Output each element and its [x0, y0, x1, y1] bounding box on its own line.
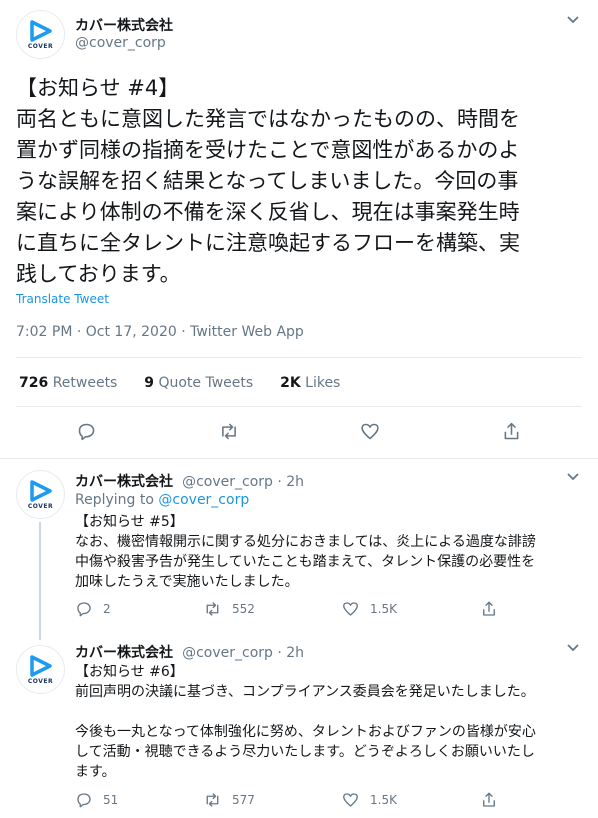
share-button[interactable]	[501, 421, 522, 442]
likes-stat[interactable]: 2K Likes	[280, 375, 340, 391]
like-count: 1.5K	[370, 602, 397, 616]
reply-text: 【お知らせ #5】 なお、機密情報開示に関する処分におきましては、炎上による過度…	[75, 514, 536, 590]
likes-label: Likes	[305, 375, 341, 391]
cover-logo-icon	[29, 19, 52, 42]
retweets-stat[interactable]: 726 Retweets	[19, 375, 117, 391]
retweets-count: 726	[19, 375, 49, 391]
quotes-count: 9	[144, 375, 155, 391]
share-icon	[483, 792, 495, 807]
quotes-label: Quote Tweets	[158, 375, 254, 391]
reply-icon	[77, 793, 91, 808]
replying-to: Replying to @cover_corp	[75, 492, 249, 508]
reply-button[interactable]: 51	[75, 791, 118, 809]
tweet-text: 【お知らせ #4】 両名ともに意図した発言ではなかったものの、時間を 置かず同様…	[16, 76, 520, 286]
retweet-button[interactable]	[218, 421, 240, 442]
replying-to-label: Replying to	[75, 492, 154, 508]
author-name[interactable]: カバー株式会社	[75, 15, 173, 35]
retweet-count: 552	[232, 602, 255, 616]
quotes-stat[interactable]: 9 Quote Tweets	[144, 375, 253, 391]
reply-author-name[interactable]: カバー株式会社	[75, 474, 173, 490]
reply-author-handle[interactable]: @cover_corp · 2h	[182, 645, 304, 661]
translate-tweet-link[interactable]: Translate Tweet	[16, 292, 109, 306]
reply-count: 2	[103, 602, 111, 616]
retweet-button[interactable]: 552	[203, 600, 255, 618]
share-icon	[504, 422, 519, 440]
replying-to-link[interactable]: @cover_corp	[158, 492, 249, 508]
heart-icon	[343, 602, 358, 616]
chevron-down-icon[interactable]	[566, 642, 580, 657]
tweet-timestamp[interactable]: 7:02 PM · Oct 17, 2020 · Twitter Web App	[16, 324, 304, 340]
like-button[interactable]: 1.5K	[341, 791, 397, 809]
retweet-icon	[222, 423, 236, 440]
reply-avatar[interactable]: COVER	[16, 470, 65, 519]
reply-count: 51	[103, 793, 119, 807]
like-count: 1.5K	[370, 793, 397, 807]
reply-icon	[78, 423, 95, 441]
heart-icon	[343, 793, 358, 807]
section-divider	[0, 458, 598, 459]
cover-logo-icon	[29, 479, 52, 502]
divider	[16, 406, 582, 407]
retweet-icon	[206, 602, 219, 616]
reply-button[interactable]: 2	[75, 600, 111, 618]
retweet-button[interactable]: 577	[203, 791, 255, 809]
chevron-down-icon[interactable]	[566, 471, 580, 486]
cover-logo-icon	[29, 654, 52, 677]
author-handle[interactable]: @cover_corp	[75, 35, 166, 51]
retweets-label: Retweets	[52, 375, 118, 391]
retweet-count: 577	[232, 793, 255, 807]
chevron-down-icon[interactable]	[566, 14, 580, 29]
reply-header: カバー株式会社 @cover_corp · 2h	[75, 471, 304, 491]
like-button[interactable]	[359, 421, 381, 442]
avatar-label: COVER	[27, 502, 54, 510]
share-icon	[483, 601, 495, 616]
reply-icon	[77, 602, 91, 617]
avatar-label: COVER	[27, 42, 54, 50]
avatar-label: COVER	[27, 677, 54, 685]
main-avatar[interactable]: COVER	[16, 10, 65, 59]
reply-avatar[interactable]: COVER	[16, 645, 65, 694]
reply-author-handle[interactable]: @cover_corp · 2h	[182, 474, 304, 490]
reply-text: 【お知らせ #6】 前回声明の決議に基づき、コンプライアンス委員会を発足いたしま…	[75, 664, 536, 780]
reply-author-name[interactable]: カバー株式会社	[75, 645, 173, 661]
share-button[interactable]	[480, 600, 498, 618]
reply-button[interactable]	[76, 421, 97, 442]
thread-line	[39, 522, 41, 640]
likes-count: 2K	[280, 375, 301, 391]
heart-icon	[361, 423, 379, 440]
share-button[interactable]	[480, 791, 498, 809]
divider	[16, 357, 582, 358]
stats-row: 726 Retweets 9 Quote Tweets 2K Likes	[19, 375, 340, 391]
like-button[interactable]: 1.5K	[341, 600, 397, 618]
retweet-icon	[206, 793, 219, 807]
reply-header: カバー株式会社 @cover_corp · 2h	[75, 642, 304, 662]
